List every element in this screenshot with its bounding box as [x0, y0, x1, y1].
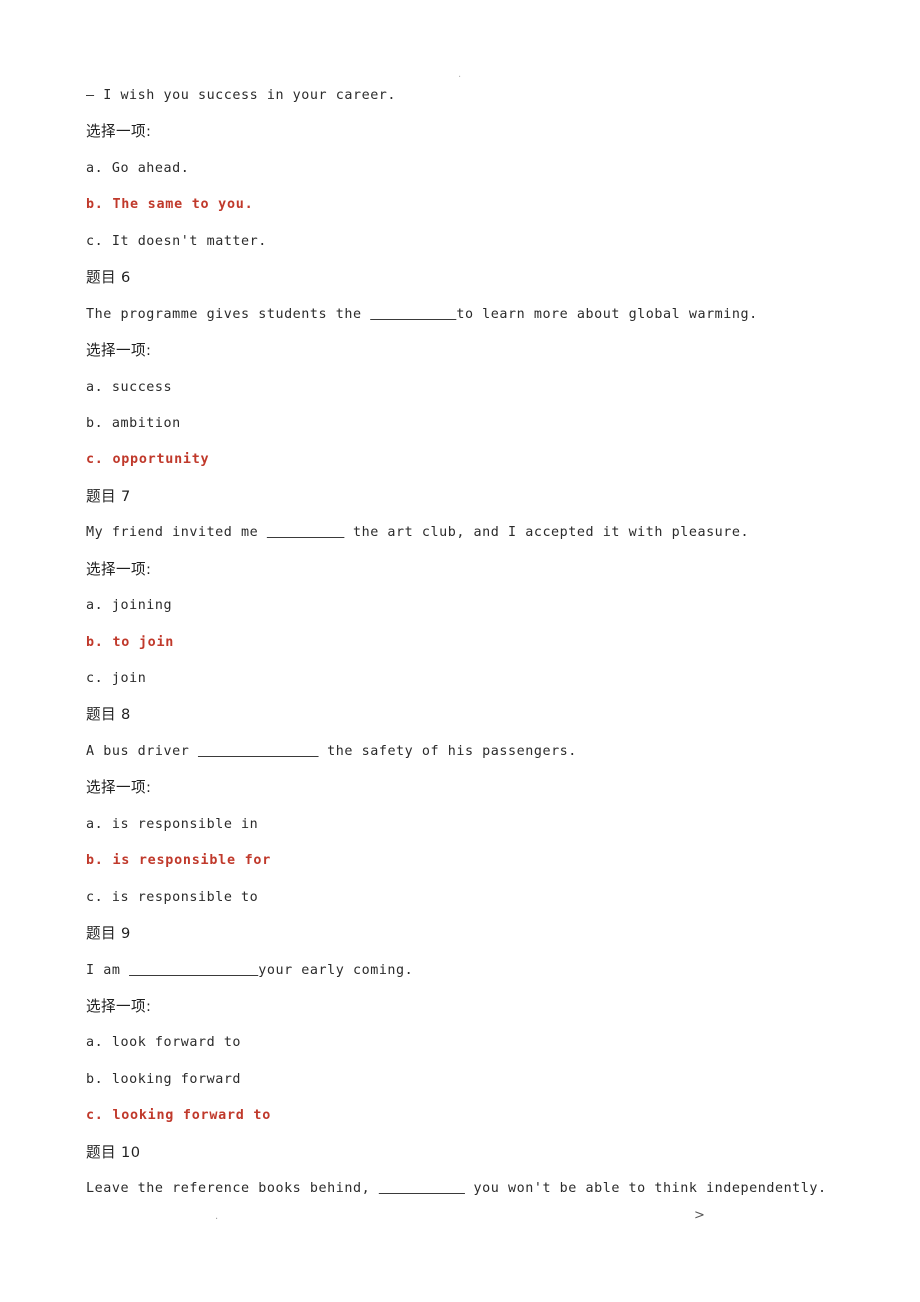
question-label: 题目 10: [86, 1143, 141, 1161]
document-page: . — I wish you success in your career. 选…: [0, 0, 920, 1302]
choose-one-label: 选择一项:: [86, 123, 152, 141]
option-text: ambition: [111, 415, 181, 431]
answer-blank: _______________: [129, 963, 258, 978]
option-text: join: [111, 671, 147, 686]
option-a[interactable]: a. look forward to: [86, 1025, 846, 1061]
option-text: to join: [112, 634, 175, 650]
option-text: look forward to: [111, 1035, 242, 1051]
option-text: The same to you.: [112, 197, 254, 213]
question-stem: I am _______________your early coming.: [86, 953, 846, 989]
scan-artifact-bottom-dot: .: [215, 1211, 219, 1222]
option-letter: c.: [86, 1108, 104, 1124]
stem-text-after: the safety of his passengers.: [318, 743, 577, 759]
question-stem: — I wish you success in your career.: [86, 88, 397, 103]
option-letter: c.: [86, 889, 104, 905]
question-label: 题目 6: [86, 269, 131, 287]
choose-one-label: 选择一项:: [86, 779, 152, 797]
option-a[interactable]: a. joining: [86, 588, 846, 624]
option-c[interactable]: c. looking forward to: [86, 1098, 846, 1134]
answer-blank: _________: [267, 525, 345, 540]
option-text: looking forward: [111, 1071, 242, 1087]
stem-text-after: to learn more about global warming.: [456, 306, 758, 322]
option-b[interactable]: b. to join: [86, 625, 846, 661]
option-text: joining: [111, 598, 173, 614]
option-c[interactable]: c. It doesn't matter.: [86, 224, 846, 260]
option-b[interactable]: b. ambition: [86, 406, 846, 442]
question-label: 题目 8: [86, 706, 131, 724]
stem-text-after: you won't be able to think independently…: [464, 1181, 827, 1197]
stem-text-before: The programme gives students the: [86, 306, 371, 322]
question-stem: A bus driver ______________ the safety o…: [86, 734, 846, 770]
option-text: looking forward to: [112, 1108, 272, 1124]
option-c[interactable]: c. is responsible to: [86, 880, 846, 916]
choose-one-label: 选择一项:: [86, 342, 152, 360]
stem-text-before: My friend invited me: [86, 525, 267, 541]
stem-text-after: the art club, and I accepted it with ple…: [344, 525, 750, 541]
choose-one-label: 选择一项:: [86, 997, 152, 1015]
option-text: is responsible in: [111, 816, 259, 832]
question-stem: The programme gives students the _______…: [86, 297, 846, 333]
option-letter: a.: [86, 1035, 104, 1051]
stem-text-before: A bus driver: [86, 743, 198, 759]
stem-text-before: I am: [86, 962, 130, 978]
option-letter: b.: [86, 197, 104, 213]
option-text: success: [111, 379, 173, 395]
option-text: opportunity: [112, 452, 210, 468]
answer-blank: ______________: [198, 744, 319, 759]
option-a[interactable]: a. is responsible in: [86, 807, 846, 843]
option-letter: b.: [86, 853, 104, 869]
option-a[interactable]: a. Go ahead.: [86, 151, 846, 187]
document-content: — I wish you success in your career. 选择一…: [86, 78, 846, 1208]
option-letter: a.: [86, 160, 104, 176]
option-letter: c.: [86, 452, 104, 468]
question-stem: My friend invited me _________ the art c…: [86, 515, 846, 551]
option-letter: b.: [86, 634, 104, 650]
option-text: is responsible to: [111, 889, 259, 905]
option-a[interactable]: a. success: [86, 370, 846, 406]
option-text: It doesn't matter.: [111, 233, 267, 249]
stem-text-before: Leave the reference books behind,: [86, 1181, 379, 1197]
question-stem: Leave the reference books behind, ______…: [86, 1171, 846, 1207]
option-letter: a.: [86, 598, 104, 614]
option-c[interactable]: c. join: [86, 661, 846, 697]
option-letter: b.: [86, 415, 104, 431]
option-b[interactable]: b. looking forward: [86, 1062, 846, 1098]
option-letter: c.: [86, 233, 104, 249]
answer-blank: __________: [370, 307, 456, 322]
option-letter: a.: [86, 816, 104, 832]
question-label: 题目 7: [86, 487, 131, 505]
next-page-arrow-icon[interactable]: >: [694, 1209, 705, 1222]
option-b[interactable]: b. is responsible for: [86, 843, 846, 879]
choose-one-label: 选择一项:: [86, 560, 152, 578]
answer-blank: __________: [379, 1181, 465, 1196]
stem-text-after: your early coming.: [258, 962, 414, 978]
option-c[interactable]: c. opportunity: [86, 442, 846, 478]
option-text: is responsible for: [112, 853, 272, 869]
option-b[interactable]: b. The same to you.: [86, 187, 846, 223]
option-text: Go ahead.: [111, 160, 190, 176]
option-letter: b.: [86, 1071, 104, 1087]
question-label: 题目 9: [86, 925, 131, 943]
option-letter: a.: [86, 379, 104, 395]
option-letter: c.: [86, 671, 104, 686]
